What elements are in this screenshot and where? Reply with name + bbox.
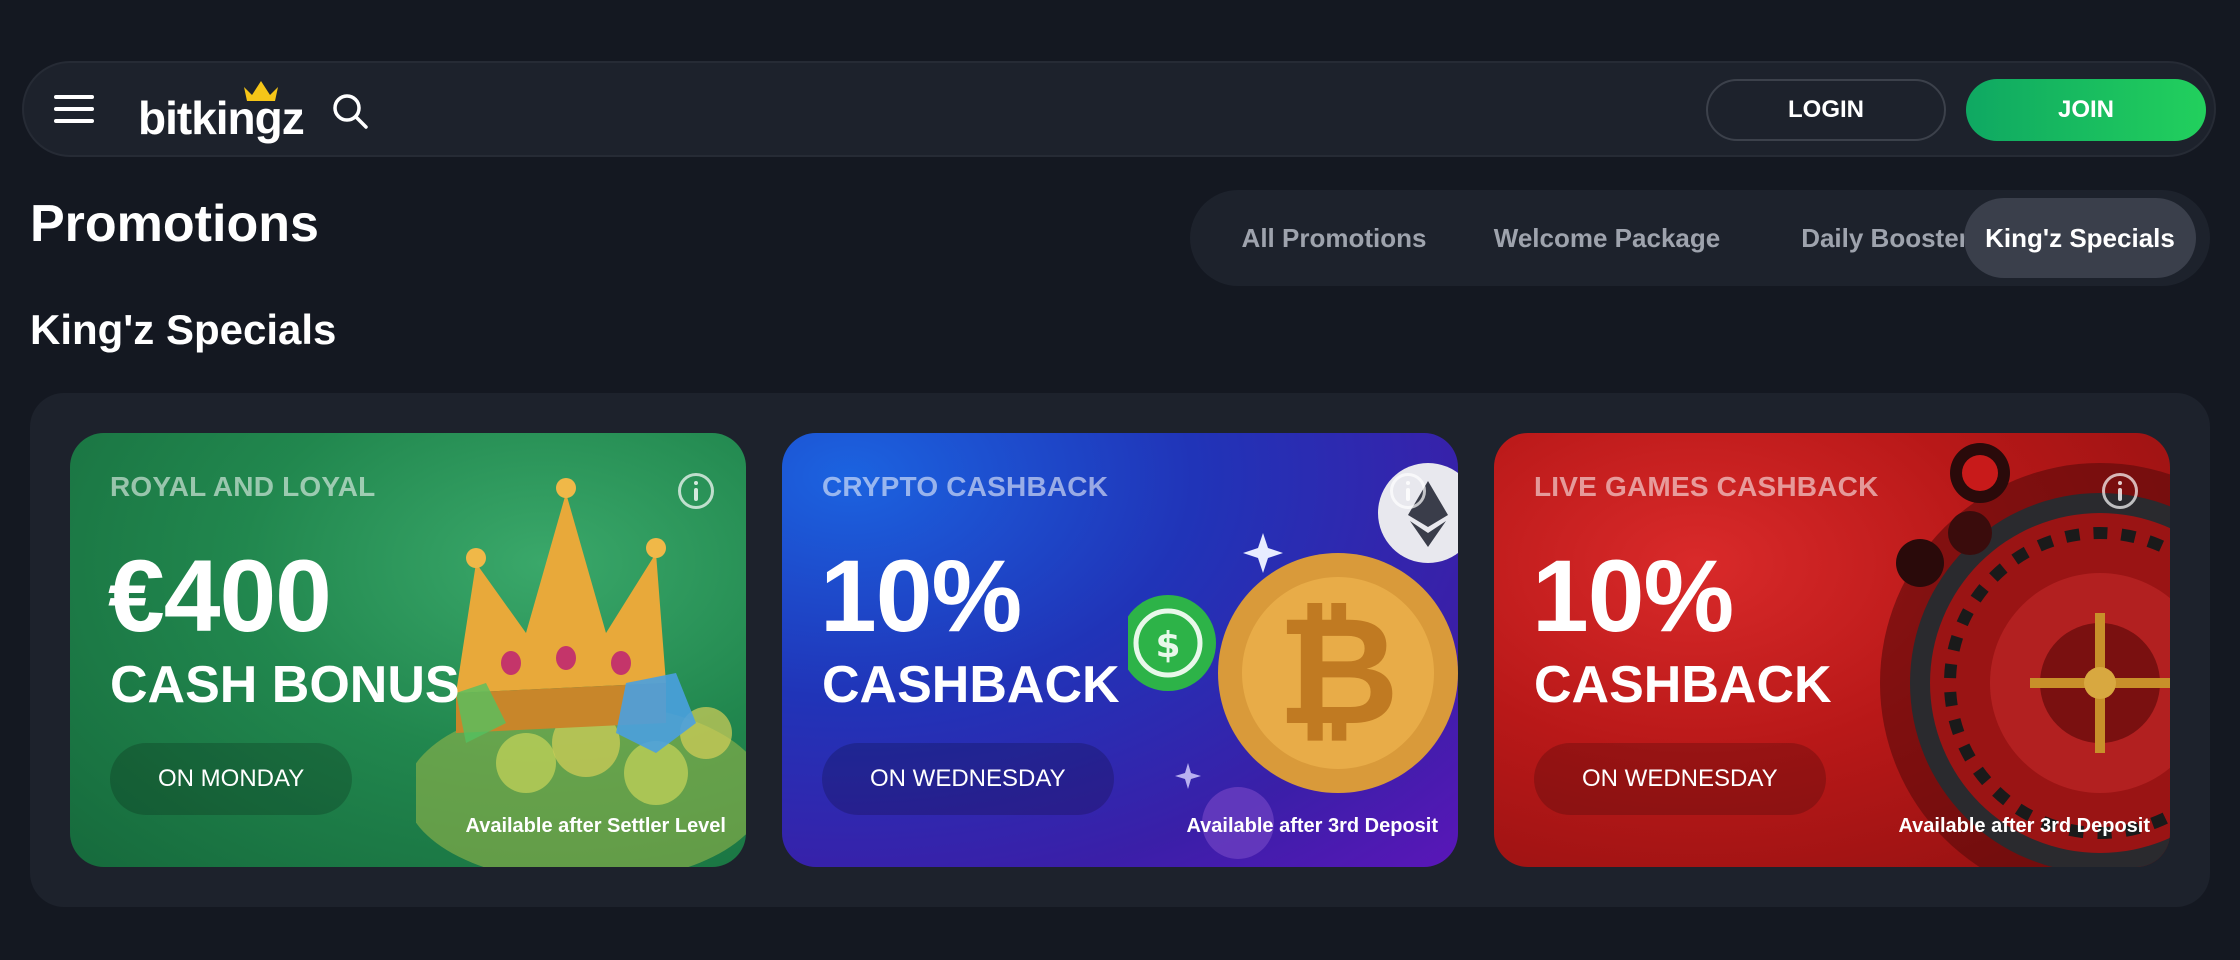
card-availability: Available after 3rd Deposit — [1186, 815, 1438, 837]
menu-icon[interactable] — [54, 91, 94, 127]
card-eyebrow: ROYAL AND LOYAL — [110, 471, 376, 502]
info-icon[interactable] — [1390, 473, 1426, 509]
promo-card-live-games-cashback[interactable]: LIVE GAMES CASHBACK 10% CASHBACK ON WEDN… — [1494, 433, 2170, 867]
svg-text:$: $ — [1155, 625, 1180, 666]
card-amount: 10% — [820, 539, 1022, 653]
svg-text:₿: ₿ — [1277, 585, 1399, 759]
card-day-badge: ON WEDNESDAY — [1534, 743, 1826, 815]
tab-welcome-package[interactable]: Welcome Package — [1462, 198, 1752, 278]
promo-card-royal-and-loyal[interactable]: ROYAL AND LOYAL €400 CASH BONUS ON MONDA… — [70, 433, 746, 867]
card-subtitle: CASHBACK — [1534, 656, 1832, 714]
page-title: Promotions — [30, 195, 319, 253]
card-amount: 10% — [1532, 539, 1734, 653]
top-navigation-bar: bitkingz LOGIN JOIN — [22, 61, 2216, 157]
tab-kingz-specials[interactable]: King'z Specials — [1964, 198, 2196, 278]
card-eyebrow: LIVE GAMES CASHBACK — [1534, 471, 1879, 502]
card-subtitle: CASH BONUS — [110, 656, 460, 714]
card-availability: Available after 3rd Deposit — [1898, 815, 2150, 837]
promotions-panel: ROYAL AND LOYAL €400 CASH BONUS ON MONDA… — [30, 393, 2210, 907]
card-amount: €400 — [108, 539, 332, 653]
promotion-tabs: All Promotions Welcome Package Daily Boo… — [1190, 190, 2210, 286]
info-icon[interactable] — [2102, 473, 2138, 509]
crown-icon — [244, 81, 278, 101]
join-button[interactable]: JOIN — [1966, 79, 2206, 141]
promo-card-crypto-cashback[interactable]: $ ₿ CRYPTO CASHBACK 10% CASHBACK ON WEDN… — [782, 433, 1458, 867]
info-icon[interactable] — [678, 473, 714, 509]
card-subtitle: CASHBACK — [822, 656, 1120, 714]
card-availability: Available after Settler Level — [465, 815, 727, 837]
card-day-badge: ON MONDAY — [110, 743, 353, 815]
login-button[interactable]: LOGIN — [1706, 79, 1946, 141]
card-eyebrow: CRYPTO CASHBACK — [822, 471, 1109, 502]
search-icon[interactable] — [330, 91, 370, 131]
section-title: King'z Specials — [30, 306, 337, 353]
tab-all-promotions[interactable]: All Promotions — [1216, 198, 1452, 278]
card-day-badge: ON WEDNESDAY — [822, 743, 1114, 815]
